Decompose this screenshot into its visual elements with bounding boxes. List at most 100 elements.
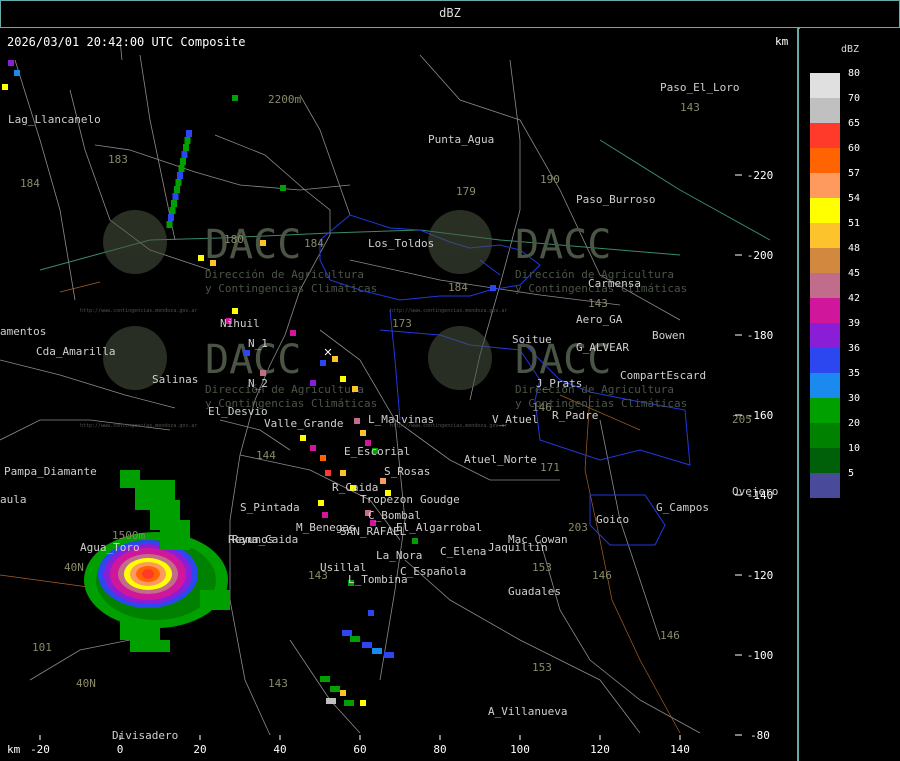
place-label: Atuel_Norte [464, 453, 537, 466]
echo-cell [344, 700, 354, 706]
place-label: Lag_Llancanelo [8, 113, 101, 126]
legend-swatch [810, 148, 840, 173]
echo-cell [174, 186, 180, 193]
x-tick-label: 20 [193, 743, 206, 756]
legend-swatch [810, 73, 840, 98]
route-label: 101 [32, 641, 52, 654]
legend-swatch [810, 123, 840, 148]
route-label: 184 [20, 177, 40, 190]
echo-cell [130, 640, 170, 652]
echo-cell [186, 130, 192, 137]
place-label: Goico [596, 513, 629, 526]
y-tick-label: -140 [747, 489, 774, 502]
x-axis-unit-label: km [7, 743, 21, 756]
place-label: Cda_Amarilla [36, 345, 115, 358]
echo-cell [326, 698, 336, 704]
place-label: Mac_Cowan [508, 533, 568, 546]
y-tick-label: -200 [747, 249, 774, 262]
legend-swatch [810, 323, 840, 348]
echo-cell [280, 185, 286, 191]
legend-swatch [810, 473, 840, 498]
watermark-subtitle-line2: y Contingencias Climáticas [205, 282, 377, 295]
echo-cell [320, 360, 326, 366]
watermark-logo-text: DACC [515, 222, 611, 268]
place-label: G_ALVEAR [576, 341, 629, 354]
storm-cell-ring [142, 569, 154, 579]
legend-swatch [810, 373, 840, 398]
route-label: 184 [304, 237, 324, 250]
place-label: Aero_GA [576, 313, 623, 326]
route-label: 184 [448, 281, 468, 294]
place-label: Divisadero [112, 729, 178, 742]
place-label: Paso_El_Loro [660, 81, 739, 94]
echo-cell [120, 620, 160, 640]
place-label: aula [0, 493, 27, 506]
legend-label: 36 [848, 343, 861, 354]
route-label: 146 [592, 569, 612, 582]
echo-cell [384, 652, 394, 658]
watermark-url: http://www.contingencias.mendoza.gov.ar [80, 423, 197, 429]
echo-cell [342, 630, 352, 636]
place-label: El_Desvio [208, 405, 268, 418]
legend-title: dBZ [840, 44, 860, 55]
legend-swatch [810, 198, 840, 223]
echo-cell [183, 144, 189, 151]
echo-cell [352, 386, 358, 392]
x-tick-label: -20 [30, 743, 50, 756]
route-label: 179 [456, 185, 476, 198]
route-label: 143 [680, 101, 700, 114]
radar-map-frame[interactable]: DACC Dirección de Agricultura y Contingenc… [0, 28, 799, 761]
route-label: 143 [268, 677, 288, 690]
echo-cell [362, 642, 372, 648]
place-label: Guadales [508, 585, 561, 598]
y-tick-label: -220 [747, 169, 774, 182]
place-label: El_Algarrobal [396, 521, 482, 534]
route-label: 171 [540, 461, 560, 474]
place-label: V_Atuel [492, 413, 538, 426]
echo-cell [260, 240, 266, 246]
legend-label: 30 [848, 393, 861, 404]
watermark-logo-text: DACC [205, 222, 301, 268]
place-label: Valle_Grande [264, 417, 343, 430]
route-label: 143 [588, 297, 608, 310]
watermark-subtitle-line1: Dirección de Agricultura [205, 268, 364, 281]
echo-cell [325, 470, 331, 476]
route-label: 173 [392, 317, 412, 330]
echo-cell [166, 221, 173, 228]
echo-cell [260, 370, 266, 376]
legend-label: 45 [848, 268, 861, 279]
legend-swatch [810, 173, 840, 198]
echo-cell [290, 330, 296, 336]
legend-swatch [810, 98, 840, 123]
echo-cell [372, 648, 382, 654]
product-title: dBZ [439, 6, 461, 20]
timestamp-label: 2026/03/01 20:42:00 UTC Composite [7, 35, 246, 49]
x-tick-label: 120 [590, 743, 610, 756]
place-label: Paso_Burroso [576, 193, 655, 206]
legend-label: 51 [848, 218, 861, 229]
echo-cell [360, 430, 366, 436]
place-label: amentos [0, 325, 46, 338]
legend-label: 60 [848, 143, 861, 154]
place-label: C_Bombal [368, 509, 421, 522]
place-label: N_2 [248, 377, 268, 390]
legend-label: 57 [848, 168, 861, 179]
y-tick-label: -80 [750, 729, 770, 742]
watermark-subtitle-line1: Dirección de Agricultura [205, 383, 364, 396]
place-label: La_Nora [376, 549, 422, 562]
echo-cell [340, 470, 346, 476]
radar-map[interactable]: DACCDirección de Agriculturay Contingenc… [0, 28, 797, 761]
echo-cell [2, 84, 8, 90]
place-label: N_1 [248, 337, 268, 350]
place-label: Soitue [512, 333, 552, 346]
echo-cell [168, 214, 174, 221]
echo-cell [8, 60, 14, 66]
legend-label: 20 [848, 418, 861, 429]
place-label: Goudge [420, 493, 460, 506]
place-label: S_Rosas [384, 465, 430, 478]
place-label: G_Campos [656, 501, 709, 514]
echo-cell [340, 376, 346, 382]
x-tick-label: 140 [670, 743, 690, 756]
echo-cell [322, 512, 328, 518]
legend-label: 10 [848, 443, 861, 454]
